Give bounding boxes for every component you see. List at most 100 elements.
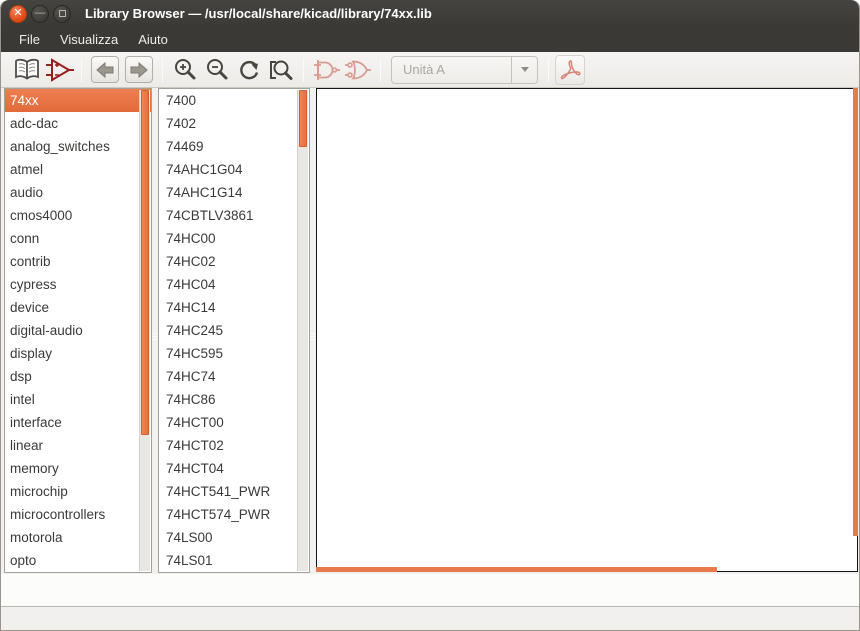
demorgan-alternate-gate-icon bbox=[344, 58, 372, 82]
maximize-icon bbox=[59, 10, 66, 17]
back-icon bbox=[95, 61, 115, 79]
toolbar-separator bbox=[81, 58, 82, 82]
library-list-scrollbar-thumb[interactable] bbox=[141, 90, 149, 435]
library-list-item[interactable]: display bbox=[5, 342, 151, 365]
library-list-item[interactable]: conn bbox=[5, 227, 151, 250]
component-list-item[interactable]: 74HC595 bbox=[159, 342, 309, 365]
component-list-panel: 740074027446974AHC1G0474AHC1G1474CBTLV38… bbox=[158, 88, 310, 573]
library-list-item[interactable]: interface bbox=[5, 411, 151, 434]
zoom-in-button[interactable] bbox=[169, 55, 201, 85]
forward-icon bbox=[129, 61, 149, 79]
component-list-item[interactable]: 74HCT541_PWR bbox=[159, 480, 309, 503]
redraw-button[interactable] bbox=[233, 55, 265, 85]
component-list-item[interactable]: 7402 bbox=[159, 112, 309, 135]
canvas-horizontal-scrollbar-thumb[interactable] bbox=[316, 567, 717, 572]
library-list-item[interactable]: intel bbox=[5, 388, 151, 411]
select-component-button[interactable] bbox=[43, 55, 75, 85]
select-library-button[interactable] bbox=[11, 55, 43, 85]
library-list-item[interactable]: dsp bbox=[5, 365, 151, 388]
window-title: Library Browser — /usr/local/share/kicad… bbox=[85, 6, 432, 21]
titlebar: ✕ — Library Browser — /usr/local/share/k… bbox=[1, 0, 859, 27]
component-list-item[interactable]: 74LS00 bbox=[159, 526, 309, 549]
library-list-item[interactable]: cmos4000 bbox=[5, 204, 151, 227]
toolbar-separator bbox=[162, 58, 163, 82]
library-browser-window: ✕ — Library Browser — /usr/local/share/k… bbox=[0, 0, 860, 631]
library-list-panel: 74xxadc-dacanalog_switchesatmelaudiocmos… bbox=[4, 88, 152, 573]
component-list-item[interactable]: 74HC00 bbox=[159, 227, 309, 250]
demorgan-alternate-button[interactable] bbox=[342, 55, 374, 85]
library-list-item[interactable]: adc-dac bbox=[5, 112, 151, 135]
zoom-out-icon bbox=[205, 58, 229, 82]
close-button[interactable]: ✕ bbox=[9, 5, 27, 23]
library-list-item[interactable]: cypress bbox=[5, 273, 151, 296]
library-list-item[interactable]: contrib bbox=[5, 250, 151, 273]
component-list-item[interactable]: 74469 bbox=[159, 135, 309, 158]
component-list-item[interactable]: 74CBTLV3861 bbox=[159, 204, 309, 227]
menu-item[interactable]: Visualizza bbox=[50, 29, 128, 50]
component-list-item[interactable]: 74HC74 bbox=[159, 365, 309, 388]
component-list-item[interactable]: 74HC02 bbox=[159, 250, 309, 273]
toolbar: Unità A bbox=[1, 52, 859, 88]
library-list-item[interactable]: motorola bbox=[5, 526, 151, 549]
library-list-scrollbar[interactable] bbox=[139, 90, 150, 571]
component-list-item[interactable]: 74HC04 bbox=[159, 273, 309, 296]
zoom-fit-button[interactable] bbox=[265, 55, 297, 85]
zoom-out-button[interactable] bbox=[201, 55, 233, 85]
component-list-item[interactable]: 74HCT00 bbox=[159, 411, 309, 434]
library-list-item[interactable]: microcontrollers bbox=[5, 503, 151, 526]
library-list-item[interactable]: device bbox=[5, 296, 151, 319]
demorgan-standard-button[interactable] bbox=[310, 55, 342, 85]
pdf-datasheet-icon bbox=[558, 58, 582, 82]
component-list-item[interactable]: 74HC245 bbox=[159, 319, 309, 342]
toolbar-separator bbox=[380, 58, 381, 82]
zoom-fit-icon bbox=[268, 58, 294, 82]
component-list-item[interactable]: 74HCT574_PWR bbox=[159, 503, 309, 526]
canvas-vertical-scrollbar-thumb[interactable] bbox=[853, 88, 858, 536]
component-list-item[interactable]: 74AHC1G14 bbox=[159, 181, 309, 204]
menu-item[interactable]: Aiuto bbox=[128, 29, 178, 50]
menu-item[interactable]: File bbox=[9, 29, 50, 50]
maximize-button[interactable] bbox=[53, 5, 71, 23]
library-list-item[interactable]: 74xx bbox=[5, 89, 151, 112]
pdf-datasheet-button[interactable] bbox=[555, 55, 585, 85]
library-select-icon bbox=[13, 58, 41, 82]
library-list-item[interactable]: analog_switches bbox=[5, 135, 151, 158]
schematic-canvas[interactable] bbox=[316, 88, 858, 572]
zoom-in-icon bbox=[173, 58, 197, 82]
component-list-item[interactable]: 74HC86 bbox=[159, 388, 309, 411]
unit-selector[interactable]: Unità A bbox=[391, 56, 538, 84]
component-list-item[interactable]: 74HCT02 bbox=[159, 434, 309, 457]
main-area: 74xxadc-dacanalog_switchesatmelaudiocmos… bbox=[1, 88, 859, 573]
library-list-item[interactable]: memory bbox=[5, 457, 151, 480]
forward-button[interactable] bbox=[125, 56, 153, 83]
back-button[interactable] bbox=[91, 56, 119, 83]
unit-selector-value: Unità A bbox=[392, 62, 511, 77]
component-list-item[interactable]: 7400 bbox=[159, 89, 309, 112]
unit-selector-dropdown-button[interactable] bbox=[511, 57, 537, 83]
component-select-icon bbox=[44, 56, 74, 84]
component-list-item[interactable]: 74LS01 bbox=[159, 549, 309, 572]
library-list-item[interactable]: linear bbox=[5, 434, 151, 457]
message-panel bbox=[1, 574, 859, 607]
library-list-item[interactable]: atmel bbox=[5, 158, 151, 181]
minimize-button[interactable]: — bbox=[31, 5, 49, 23]
library-list-item[interactable]: opto bbox=[5, 549, 151, 572]
library-list-item[interactable]: digital-audio bbox=[5, 319, 151, 342]
component-list-item[interactable]: 74HC14 bbox=[159, 296, 309, 319]
toolbar-separator bbox=[548, 58, 549, 82]
component-list-item[interactable]: 74AHC1G04 bbox=[159, 158, 309, 181]
toolbar-separator bbox=[303, 58, 304, 82]
component-list-item[interactable]: 74HCT04 bbox=[159, 457, 309, 480]
library-list-item[interactable]: microchip bbox=[5, 480, 151, 503]
library-list-item[interactable]: audio bbox=[5, 181, 151, 204]
window-controls: ✕ — bbox=[9, 5, 71, 23]
component-list: 740074027446974AHC1G0474AHC1G1474CBTLV38… bbox=[159, 89, 309, 572]
component-list-scrollbar-thumb[interactable] bbox=[299, 90, 307, 147]
component-list-scrollbar[interactable] bbox=[297, 90, 308, 571]
chevron-down-icon bbox=[521, 67, 529, 72]
demorgan-standard-gate-icon bbox=[312, 58, 340, 82]
menubar: FileVisualizzaAiuto bbox=[1, 27, 859, 52]
library-list: 74xxadc-dacanalog_switchesatmelaudiocmos… bbox=[5, 89, 151, 572]
status-bar bbox=[1, 608, 859, 631]
redraw-icon bbox=[237, 58, 261, 82]
